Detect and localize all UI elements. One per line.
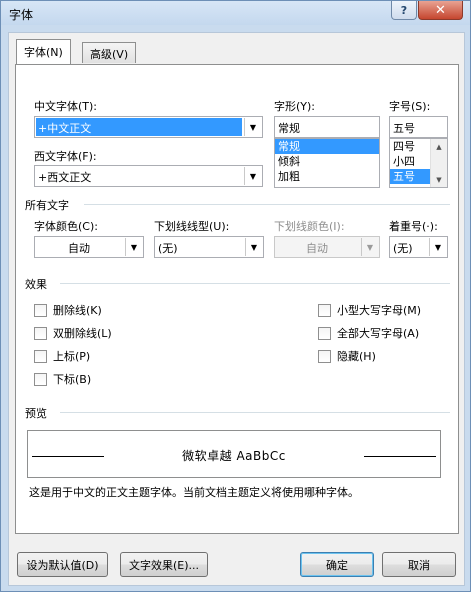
- set-default-label: 设为默认值(D): [26, 558, 99, 572]
- font-color-value: 自动: [68, 242, 90, 255]
- dialog-client: 字体(N) 高级(V) 中文字体(T): +中文正文 ▼ 西文字体(F): +西…: [8, 32, 465, 586]
- chevron-down-icon[interactable]: ▼: [244, 167, 261, 185]
- all-text-heading: 所有文字: [25, 199, 69, 212]
- effects-heading: 效果: [25, 278, 47, 291]
- tab-advanced-label: 高级(V): [90, 48, 129, 61]
- font-dialog: 字体 ? ✕ 字体(N) 高级(V) 中文字体(T): +中文正文 ▼ 西文字体…: [0, 0, 471, 592]
- checkbox-label: 删除线(K): [53, 304, 102, 317]
- checkbox-box[interactable]: [34, 303, 47, 317]
- font-size-label: 字号(S):: [389, 100, 431, 113]
- chinese-font-combo[interactable]: +中文正文 ▼: [34, 116, 263, 138]
- superscript-checkbox[interactable]: 上标(P): [34, 348, 90, 364]
- help-icon: ?: [400, 3, 408, 17]
- list-item[interactable]: 倾斜: [275, 154, 379, 169]
- subscript-checkbox[interactable]: 下标(B): [34, 371, 91, 387]
- underline-style-combo[interactable]: (无) ▼: [154, 236, 264, 258]
- checkbox-box[interactable]: [34, 372, 47, 386]
- hidden-checkbox[interactable]: 隐藏(H): [318, 348, 376, 364]
- underline-color-label: 下划线颜色(I):: [274, 220, 345, 233]
- chevron-down-icon: ▼: [361, 238, 378, 256]
- list-item[interactable]: 五号: [390, 169, 430, 184]
- western-font-label: 西文字体(F):: [34, 150, 97, 163]
- chevron-down-icon[interactable]: ▼: [245, 238, 262, 256]
- set-default-button[interactable]: 设为默认值(D): [17, 552, 108, 577]
- western-font-combo[interactable]: +西文正文 ▼: [34, 165, 263, 187]
- close-icon: ✕: [435, 2, 446, 18]
- emphasis-mark-value: (无): [393, 242, 413, 255]
- underline-color-combo: 自动 ▼: [274, 236, 380, 258]
- chevron-down-icon[interactable]: ▼: [244, 118, 261, 136]
- cancel-label: 取消: [408, 558, 430, 572]
- checkbox-box[interactable]: [34, 326, 47, 340]
- checkbox-box[interactable]: [34, 349, 47, 363]
- small-caps-checkbox[interactable]: 小型大写字母(M): [318, 302, 421, 318]
- font-color-label: 字体颜色(C):: [34, 220, 98, 233]
- preview-box: 微软卓越 AaBbCc: [27, 430, 441, 478]
- underline-style-value: (无): [158, 242, 178, 255]
- group-divider: [60, 412, 450, 413]
- list-item[interactable]: 常规: [275, 139, 379, 154]
- ok-button[interactable]: 确定: [300, 552, 374, 577]
- chinese-font-label: 中文字体(T):: [34, 100, 98, 113]
- font-style-label: 字形(Y):: [274, 100, 316, 113]
- checkbox-label: 隐藏(H): [337, 350, 376, 363]
- font-style-list[interactable]: 常规 倾斜 加粗: [274, 138, 380, 188]
- group-divider: [84, 204, 450, 205]
- western-font-value: +西文正文: [38, 171, 92, 184]
- text-effects-button[interactable]: 文字效果(E)...: [120, 552, 208, 577]
- tab-font-label: 字体(N): [24, 46, 63, 59]
- dialog-title: 字体: [9, 8, 34, 22]
- close-button[interactable]: ✕: [418, 1, 463, 20]
- checkbox-label: 上标(P): [53, 350, 91, 363]
- double-strikethrough-checkbox[interactable]: 双删除线(L): [34, 325, 112, 341]
- underline-color-value: 自动: [306, 242, 328, 255]
- help-button[interactable]: ?: [391, 1, 417, 20]
- preview-line-right: [364, 456, 436, 457]
- chevron-down-icon[interactable]: ▼: [429, 238, 446, 256]
- checkbox-label: 双删除线(L): [53, 327, 112, 340]
- font-size-value: 五号: [393, 122, 415, 135]
- underline-style-label: 下划线线型(U):: [154, 220, 230, 233]
- font-size-list[interactable]: 四号 小四 五号 ▲ ▼: [389, 138, 448, 188]
- chevron-down-icon[interactable]: ▼: [125, 238, 142, 256]
- checkbox-label: 小型大写字母(M): [337, 304, 422, 317]
- checkbox-box[interactable]: [318, 349, 331, 363]
- list-item[interactable]: 加粗: [275, 169, 379, 184]
- preview-heading: 预览: [25, 407, 47, 420]
- strikethrough-checkbox[interactable]: 删除线(K): [34, 302, 102, 318]
- checkbox-box[interactable]: [318, 303, 331, 317]
- text-effects-label: 文字效果(E)...: [128, 558, 200, 572]
- checkbox-label: 下标(B): [53, 373, 92, 386]
- preview-description: 这是用于中文的正文主题字体。当前文档主题定义将使用哪种字体。: [29, 486, 359, 499]
- font-size-input[interactable]: 五号: [389, 116, 448, 138]
- scroll-up-icon[interactable]: ▲: [431, 139, 447, 154]
- checkbox-label: 全部大写字母(A): [337, 327, 420, 340]
- title-bar[interactable]: 字体 ? ✕: [1, 1, 470, 25]
- group-divider: [60, 283, 450, 284]
- emphasis-mark-label: 着重号(·):: [389, 220, 438, 233]
- chinese-font-value: +中文正文: [36, 118, 242, 136]
- size-list-scrollbar[interactable]: ▲ ▼: [430, 139, 447, 187]
- scroll-down-icon[interactable]: ▼: [431, 172, 447, 187]
- cancel-button[interactable]: 取消: [382, 552, 456, 577]
- emphasis-mark-combo[interactable]: (无) ▼: [389, 236, 448, 258]
- font-style-value: 常规: [278, 122, 300, 135]
- font-style-input[interactable]: 常规: [274, 116, 380, 138]
- all-caps-checkbox[interactable]: 全部大写字母(A): [318, 325, 419, 341]
- tab-advanced[interactable]: 高级(V): [82, 42, 137, 63]
- font-color-combo[interactable]: 自动 ▼: [34, 236, 144, 258]
- tab-font[interactable]: 字体(N): [16, 39, 71, 64]
- ok-label: 确定: [326, 558, 348, 572]
- checkbox-box[interactable]: [318, 326, 331, 340]
